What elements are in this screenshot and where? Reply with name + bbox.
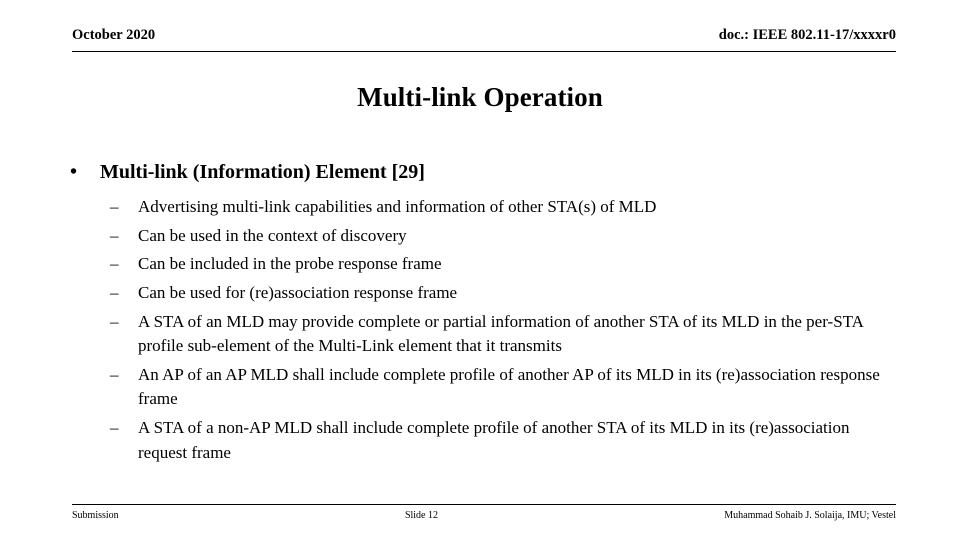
slide-header: October 2020 doc.: IEEE 802.11-17/xxxxr0 bbox=[72, 27, 896, 44]
list-item: – An AP of an AP MLD shall include compl… bbox=[0, 363, 960, 412]
list-item-label: Can be used in the context of discovery bbox=[138, 225, 407, 245]
list-item: – Can be included in the probe response … bbox=[0, 252, 960, 277]
list-item-label: Advertising multi-link capabilities and … bbox=[138, 197, 657, 216]
header-divider bbox=[72, 51, 896, 52]
list-item: – A STA of an MLD may provide complete o… bbox=[0, 310, 960, 359]
dash-marker-icon: – bbox=[110, 418, 119, 438]
list-item-label: Can be included in the probe response fr… bbox=[138, 254, 442, 274]
header-date: October 2020 bbox=[72, 27, 156, 43]
header-document-id: doc.: IEEE 802.11-17/xxxxr0 bbox=[718, 27, 896, 43]
list-item: – Can be used for (re)association respon… bbox=[0, 281, 960, 306]
list-item-label: A STA of a non-AP MLD shall include comp… bbox=[138, 418, 850, 462]
slide-body: • Multi-link (Information) Element [29] … bbox=[0, 160, 960, 469]
footer-divider bbox=[72, 504, 896, 505]
bullet-level2-list: – Advertising multi-link capabilities an… bbox=[0, 195, 960, 465]
list-item-label: An AP of an AP MLD shall include complet… bbox=[138, 364, 880, 409]
list-item-label: Can be used for (re)association response… bbox=[138, 282, 458, 302]
dash-marker-icon: – bbox=[110, 282, 119, 302]
dash-marker-icon: – bbox=[110, 197, 119, 216]
dash-marker-icon: – bbox=[110, 311, 119, 331]
list-item: – Can be used in the context of discover… bbox=[0, 224, 960, 249]
dash-marker-icon: – bbox=[110, 254, 119, 274]
dash-marker-icon: – bbox=[110, 364, 119, 384]
slide-footer: Submission Slide 12 Muhammad Sohaib J. S… bbox=[72, 510, 896, 522]
footer-submission-label: Submission bbox=[72, 510, 119, 521]
slide-title: Multi-link Operation bbox=[357, 82, 603, 112]
bullet-level1-label: Multi-link (Information) Element [29] bbox=[100, 161, 425, 183]
list-item: – Advertising multi-link capabilities an… bbox=[0, 195, 960, 220]
dash-marker-icon: – bbox=[110, 225, 119, 245]
list-item: – A STA of a non-AP MLD shall include co… bbox=[0, 416, 960, 465]
bullet-level1: • Multi-link (Information) Element [29] bbox=[0, 160, 960, 185]
footer-author: Muhammad Sohaib J. Solaija, IMU; Vestel bbox=[724, 510, 896, 521]
bullet-dot-icon: • bbox=[70, 161, 78, 183]
slide: October 2020 doc.: IEEE 802.11-17/xxxxr0… bbox=[0, 0, 960, 540]
list-item-label: A STA of an MLD may provide complete or … bbox=[138, 311, 864, 356]
footer-slide-number: Slide 12 bbox=[404, 510, 438, 521]
